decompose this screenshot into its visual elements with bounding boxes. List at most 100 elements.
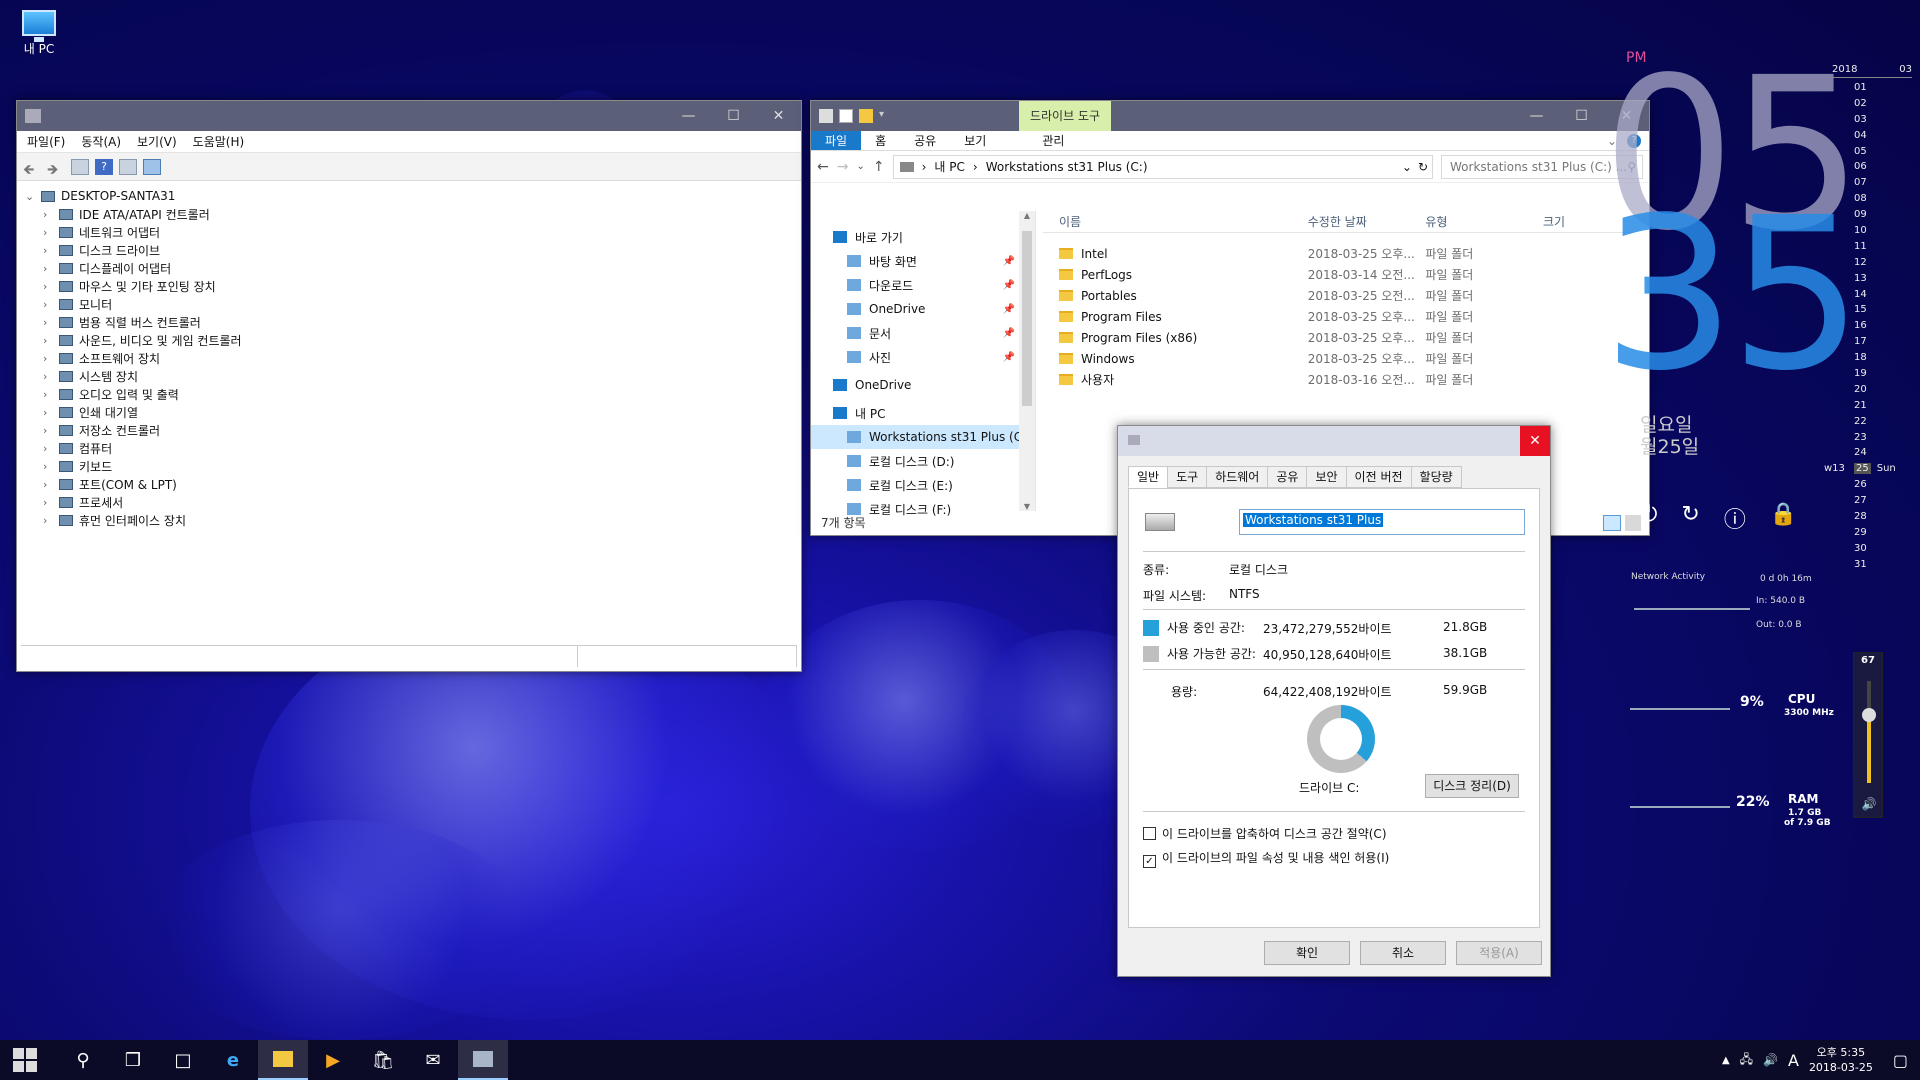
lock-icon[interactable]: 🔒 [1770,502,1797,534]
nav-item[interactable]: OneDrive 📌 [811,297,1035,321]
device-manager-titlebar[interactable]: — ☐ ✕ [17,101,801,131]
nav-item[interactable]: OneDrive [811,373,1035,397]
search-icon[interactable]: ⚲ [58,1040,108,1080]
back-icon[interactable]: 🡸 [23,159,41,178]
chevron-right-icon[interactable]: › [43,208,55,221]
nav-item[interactable]: 문서 📌 [811,321,1035,345]
chevron-right-icon[interactable]: › [43,496,55,509]
file-row[interactable]: Program Files (x86) 2018-03-25 오후... 파일 폴더 [1043,327,1633,348]
tree-item[interactable]: › 모니터 [25,295,793,313]
tab-tools[interactable]: 도구 [1167,466,1208,488]
scrollbar[interactable]: ▲ ▼ [1019,211,1035,511]
shutdown-icon[interactable]: ⓘ [1724,502,1746,534]
store-icon[interactable]: 🛍 [358,1040,408,1080]
apply-button[interactable]: 적용(A) [1456,941,1542,965]
input-method-indicator[interactable]: A [1788,1051,1799,1070]
disk-cleanup-button[interactable]: 디스크 정리(D) [1425,774,1519,798]
media-player-icon[interactable]: ▶ [308,1040,358,1080]
tree-item[interactable]: › 범용 직렬 버스 컨트롤러 [25,313,793,331]
tree-item[interactable]: › 인쇄 대기열 [25,403,793,421]
tree-item[interactable]: › 마우스 및 기타 포인팅 장치 [25,277,793,295]
file-row[interactable]: Program Files 2018-03-25 오후... 파일 폴더 [1043,306,1633,327]
chevron-down-icon[interactable]: ⌄ [1402,160,1412,174]
recent-locations-icon[interactable]: ⌄ [856,161,864,172]
properties-icon[interactable] [839,109,853,123]
minimize-button[interactable]: — [1514,101,1559,131]
nav-item[interactable]: 내 PC [811,401,1035,425]
menu-action[interactable]: 동작(A) [81,133,121,150]
file-row[interactable]: 사용자 2018-03-16 오전... 파일 폴더 [1043,369,1633,390]
chevron-right-icon[interactable]: › [43,478,55,491]
minimize-button[interactable]: — [666,101,711,131]
network-icon[interactable]: 🖧 [1740,1050,1753,1071]
menu-view[interactable]: 보기(V) [137,133,177,150]
file-row[interactable]: PerfLogs 2018-03-14 오전... 파일 폴더 [1043,264,1633,285]
chevron-right-icon[interactable]: › [43,334,55,347]
tree-item[interactable]: › 저장소 컨트롤러 [25,421,793,439]
breadcrumb-drive[interactable]: Workstations st31 Plus (C:) [986,160,1148,174]
file-row[interactable]: Intel 2018-03-25 오후... 파일 폴더 [1043,243,1633,264]
chevron-right-icon[interactable]: › [43,406,55,419]
back-icon[interactable]: ← [817,159,829,175]
tree-root[interactable]: ⌄ DESKTOP-SANTA31 [25,187,793,205]
tree-item[interactable]: › 소프트웨어 장치 [25,349,793,367]
file-row[interactable]: Windows 2018-03-25 오후... 파일 폴더 [1043,348,1633,369]
tree-item[interactable]: › 사운드, 비디오 및 게임 컨트롤러 [25,331,793,349]
chevron-up-icon[interactable]: ▲ [1722,1055,1730,1066]
power-icon[interactable]: ⏻ [1640,502,1657,534]
chevron-right-icon[interactable]: › [43,442,55,455]
column-name[interactable]: 이름 [1043,213,1300,230]
chevron-right-icon[interactable]: › [43,460,55,473]
compress-option[interactable]: 이 드라이브를 압축하여 디스크 공간 절약(C) [1143,825,1387,842]
new-folder-icon[interactable] [859,109,873,123]
scan-hardware-icon[interactable] [143,158,161,175]
dialog-titlebar[interactable]: ✕ [1118,426,1550,456]
file-row[interactable]: Portables 2018-03-25 오전... 파일 폴더 [1043,285,1633,306]
chevron-right-icon[interactable]: › [43,316,55,329]
desktop-icon-my-pc[interactable]: 내 PC [14,10,64,57]
nav-item[interactable]: 사진 📌 [811,345,1035,369]
tree-item[interactable]: › 시스템 장치 [25,367,793,385]
chevron-right-icon[interactable]: › [43,280,55,293]
chevron-right-icon[interactable]: › [43,226,55,239]
nav-item[interactable]: 바탕 화면 📌 [811,249,1035,273]
chevron-down-icon[interactable]: ▾ [879,109,893,123]
tree-item[interactable]: › 네트워크 어댑터 [25,223,793,241]
notifications-icon[interactable]: ▢ [1893,1051,1908,1070]
tree-item[interactable]: › IDE ATA/ATAPI 컨트롤러 [25,205,793,223]
drive-icon[interactable] [819,109,833,123]
tree-item[interactable]: › 디스플레이 어댑터 [25,259,793,277]
tab-quota[interactable]: 할당량 [1410,466,1462,488]
chevron-right-icon[interactable]: › [43,244,55,257]
file-explorer-icon[interactable] [258,1040,308,1080]
tree-item[interactable]: › 프로세서 [25,493,793,511]
speaker-icon[interactable]: 🔊 [1854,797,1884,811]
index-option[interactable]: ✓ 이 드라이브의 파일 속성 및 내용 색인 허용(I) [1143,849,1389,868]
ribbon-tab-file[interactable]: 파일 [811,131,862,150]
maximize-button[interactable]: ☐ [711,101,756,131]
nav-item[interactable]: 다운로드 📌 [811,273,1035,297]
refresh-icon[interactable]: ↻ [1418,160,1428,174]
cancel-button[interactable]: 취소 [1360,941,1446,965]
close-button[interactable]: ✕ [1520,426,1550,456]
ribbon-tab-share[interactable]: 공유 [900,131,950,150]
tree-item[interactable]: › 디스크 드라이브 [25,241,793,259]
tab-previous-versions[interactable]: 이전 버전 [1345,466,1412,488]
maximize-button[interactable]: ☐ [1559,101,1604,131]
index-checkbox[interactable]: ✓ [1143,855,1156,868]
address-bar[interactable]: › 내 PC › Workstations st31 Plus (C:) ⌄ ↻ [892,154,1433,179]
nav-item[interactable]: 바로 가기 [811,225,1035,249]
tree-item[interactable]: › 키보드 [25,457,793,475]
scrollbar-thumb[interactable] [1022,231,1032,406]
explorer-titlebar[interactable]: ▾ 드라이브 도구 — ☐ ✕ [811,101,1649,131]
column-type[interactable]: 유형 [1417,213,1535,230]
chevron-right-icon[interactable]: › [43,424,55,437]
menu-file[interactable]: 파일(F) [27,133,65,150]
phone-app-icon[interactable]: □ [158,1040,208,1080]
menu-help[interactable]: 도움말(H) [193,133,245,150]
start-button[interactable] [0,1040,50,1080]
help-icon[interactable]: ? [95,158,113,175]
show-hide-console-tree-icon[interactable] [71,158,89,175]
forward-icon[interactable]: → [837,159,849,175]
tree-item[interactable]: › 컴퓨터 [25,439,793,457]
